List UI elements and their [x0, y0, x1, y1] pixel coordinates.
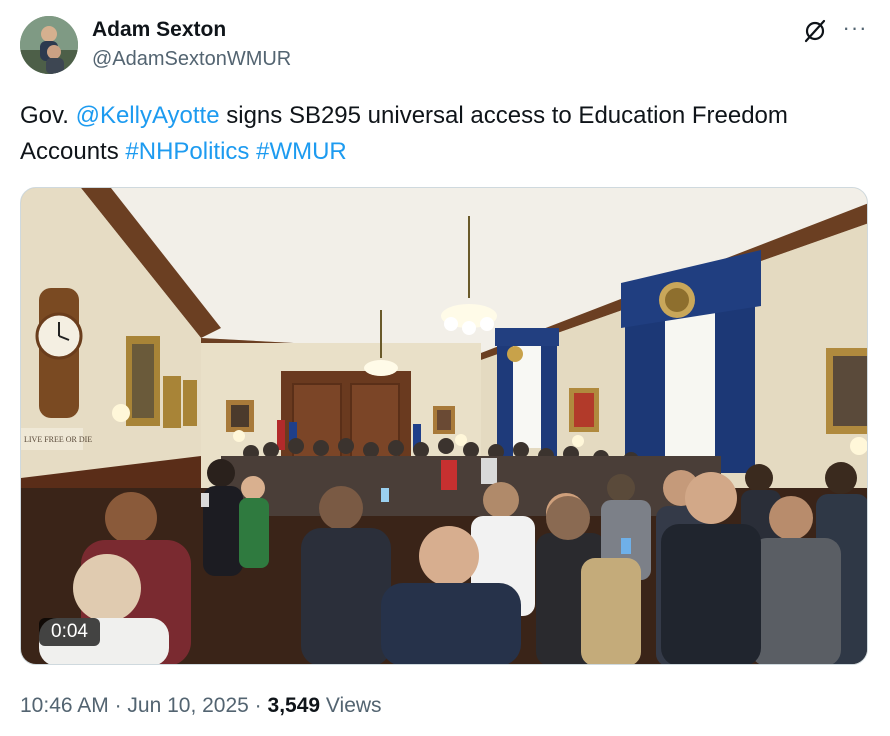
meta-separator: ·: [248, 694, 268, 717]
tweet-date[interactable]: Jun 10, 2025: [127, 694, 248, 717]
author-display-name[interactable]: Adam Sexton: [92, 18, 226, 42]
grok-icon[interactable]: [802, 18, 828, 44]
video-player[interactable]: LIVE FREE OR DIE 0:04: [20, 187, 868, 665]
more-icon[interactable]: ···: [842, 17, 868, 44]
tweet-time[interactable]: 10:46 AM: [20, 694, 109, 717]
video-duration-badge: 0:04: [39, 618, 100, 646]
author-handle[interactable]: @AdamSextonWMUR: [92, 48, 291, 71]
tweet-text-part: Gov.: [20, 102, 76, 129]
hashtag-link-wmur[interactable]: #WMUR: [256, 138, 347, 165]
tweet-meta: 10:46 AM · Jun 10, 2025 · 3,549 Views: [20, 694, 382, 718]
meta-separator: ·: [108, 694, 128, 717]
video-frame: LIVE FREE OR DIE: [21, 188, 867, 664]
tweet-text: Gov. @KellyAyotte signs SB295 universal …: [20, 98, 870, 170]
author-avatar[interactable]: [20, 16, 78, 74]
mention-link[interactable]: @KellyAyotte: [76, 102, 220, 129]
wall-sign-text: LIVE FREE OR DIE: [24, 435, 92, 444]
tweet-card: Adam Sexton @AdamSextonWMUR ··· Gov. @Ke…: [0, 0, 890, 736]
hashtag-link-nhpolitics[interactable]: #NHPolitics: [125, 138, 249, 165]
views-label: Views: [320, 694, 382, 717]
views-count: 3,549: [267, 694, 321, 717]
